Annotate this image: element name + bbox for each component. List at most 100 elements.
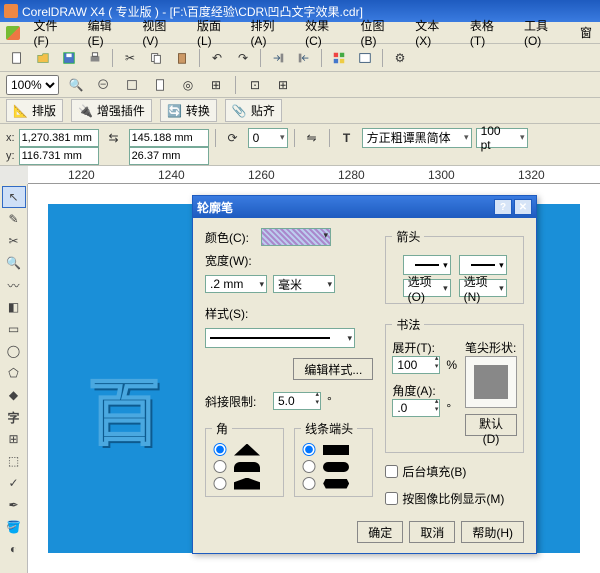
zoom-fit-icon[interactable]	[121, 74, 143, 96]
menu-edit[interactable]: 编辑(E)	[80, 15, 135, 50]
corner-miter-radio[interactable]	[212, 443, 228, 456]
height-input[interactable]	[129, 147, 209, 165]
redo-icon[interactable]: ↷	[232, 47, 254, 69]
copy-icon[interactable]	[145, 47, 167, 69]
menu-effects[interactable]: 效果(C)	[297, 15, 352, 50]
cap-flat-radio[interactable]	[301, 443, 317, 456]
table-tool-icon[interactable]: ⊞	[2, 428, 26, 450]
tab-layout[interactable]: 📐排版	[6, 99, 63, 122]
ok-button[interactable]: 确定	[357, 521, 403, 543]
y-input[interactable]	[19, 147, 99, 165]
zoom-all-icon[interactable]: ⊞	[205, 74, 227, 96]
zoom-select[interactable]: 100%	[6, 75, 59, 95]
import-icon[interactable]	[267, 47, 289, 69]
width-value-select[interactable]: .2 mm	[205, 275, 267, 293]
app-launcher-icon[interactable]	[328, 47, 350, 69]
text-tool-icon[interactable]: T	[336, 127, 358, 149]
fill-tool-icon[interactable]: 🪣	[2, 516, 26, 538]
nib-preview	[465, 356, 517, 408]
dialog-close-icon[interactable]: ✕	[514, 199, 532, 215]
cap-round-radio[interactable]	[301, 460, 317, 473]
eyedropper-icon[interactable]: ✓	[2, 472, 26, 494]
menu-arrange[interactable]: 排列(A)	[242, 15, 297, 50]
tab-align[interactable]: 📎贴齐	[225, 99, 282, 122]
arrow-start-options[interactable]: 选项(O)	[403, 279, 451, 297]
linecaps-legend: 线条端头	[301, 420, 357, 437]
style-select[interactable]	[205, 328, 355, 348]
tab-convert[interactable]: 🔄转换	[160, 99, 217, 122]
crop-tool-icon[interactable]: ✂	[2, 230, 26, 252]
cap-extended-icon	[323, 479, 349, 489]
basic-shapes-icon[interactable]: ◆	[2, 384, 26, 406]
arrow-end-options[interactable]: 选项(N)	[459, 279, 507, 297]
snap-icon[interactable]: ⊡	[244, 74, 266, 96]
new-icon[interactable]	[6, 47, 28, 69]
stretch-input[interactable]: 100	[392, 356, 440, 374]
zoom-in-icon[interactable]: 🔍	[65, 74, 87, 96]
menu-window[interactable]: 窗	[572, 22, 600, 43]
interactive-fill-icon[interactable]: ◐	[2, 538, 26, 560]
zoom-tool-icon[interactable]: 🔍	[2, 252, 26, 274]
menu-text[interactable]: 文本(X)	[407, 15, 462, 50]
stretch-label: 展开(T):	[392, 339, 457, 356]
default-button[interactable]: 默认(D)	[465, 414, 517, 436]
menu-view[interactable]: 视图(V)	[134, 15, 189, 50]
dialog-help-icon[interactable]: ?	[494, 199, 512, 215]
smart-fill-icon[interactable]: ◧	[2, 296, 26, 318]
save-icon[interactable]	[58, 47, 80, 69]
tab-plugin[interactable]: 🔌增强插件	[71, 99, 152, 122]
font-size-select[interactable]: 100 pt	[476, 128, 528, 148]
ellipse-tool-icon[interactable]: ◯	[2, 340, 26, 362]
mirror-h-icon[interactable]: ⇋	[301, 127, 323, 149]
polygon-tool-icon[interactable]: ⬠	[2, 362, 26, 384]
pick-tool-icon[interactable]: ↖	[2, 186, 26, 208]
options-icon[interactable]: ⚙	[389, 47, 411, 69]
corner-round-radio[interactable]	[212, 460, 228, 473]
miter-input[interactable]: 5.0	[273, 392, 321, 410]
behind-fill-checkbox[interactable]	[385, 465, 398, 478]
zoom-out-icon[interactable]	[93, 74, 115, 96]
interactive-tool-icon[interactable]: ⬚	[2, 450, 26, 472]
undo-icon[interactable]: ↶	[206, 47, 228, 69]
welcome-icon[interactable]	[354, 47, 376, 69]
angle-input[interactable]: .0	[392, 399, 440, 417]
rotate-icon[interactable]: ⟳	[222, 127, 244, 149]
edit-style-button[interactable]: 编辑样式...	[293, 358, 373, 380]
corner-bevel-radio[interactable]	[212, 477, 228, 490]
cut-icon[interactable]: ✂	[119, 47, 141, 69]
dialog-titlebar[interactable]: 轮廓笔 ? ✕	[193, 196, 536, 218]
freehand-tool-icon[interactable]: 〰	[2, 274, 26, 296]
rotation-input[interactable]: 0	[248, 128, 288, 148]
color-picker[interactable]	[261, 228, 331, 246]
menu-file[interactable]: 文件(F)	[26, 15, 80, 50]
zoom-toolbar: 100% 🔍 ◎ ⊞ ⊡ ⊞	[0, 72, 600, 98]
menu-tools[interactable]: 工具(O)	[516, 15, 572, 50]
paste-icon[interactable]	[171, 47, 193, 69]
cap-extended-radio[interactable]	[301, 477, 317, 490]
color-label: 颜色(C):	[205, 229, 255, 246]
font-select[interactable]: 方正粗谭黑简体	[362, 128, 472, 148]
docker-tabs: 📐排版 🔌增强插件 🔄转换 📎贴齐	[0, 98, 600, 124]
width-unit-select[interactable]: 毫米	[273, 275, 335, 293]
x-input[interactable]	[19, 129, 99, 147]
zoom-selection-icon[interactable]: ◎	[177, 74, 199, 96]
grid-icon[interactable]: ⊞	[272, 74, 294, 96]
open-icon[interactable]	[32, 47, 54, 69]
menu-bitmap[interactable]: 位图(B)	[353, 15, 408, 50]
zoom-page-icon[interactable]	[149, 74, 171, 96]
swap-xy-icon[interactable]: ⇆	[103, 127, 125, 149]
menu-layout[interactable]: 版面(L)	[189, 15, 242, 50]
x-label: x:	[6, 132, 15, 144]
help-button[interactable]: 帮助(H)	[461, 521, 524, 543]
rectangle-tool-icon[interactable]: ▭	[2, 318, 26, 340]
outline-tool-icon[interactable]: ✒	[2, 494, 26, 516]
export-icon[interactable]	[293, 47, 315, 69]
cancel-button[interactable]: 取消	[409, 521, 455, 543]
menu-table[interactable]: 表格(T)	[462, 15, 516, 50]
print-icon[interactable]	[84, 47, 106, 69]
shape-tool-icon[interactable]: ✎	[2, 208, 26, 230]
width-input[interactable]	[129, 129, 209, 147]
scale-with-image-checkbox[interactable]	[385, 492, 398, 505]
corner-round-icon	[234, 462, 260, 472]
text-tool-icon[interactable]: 字	[2, 406, 26, 428]
